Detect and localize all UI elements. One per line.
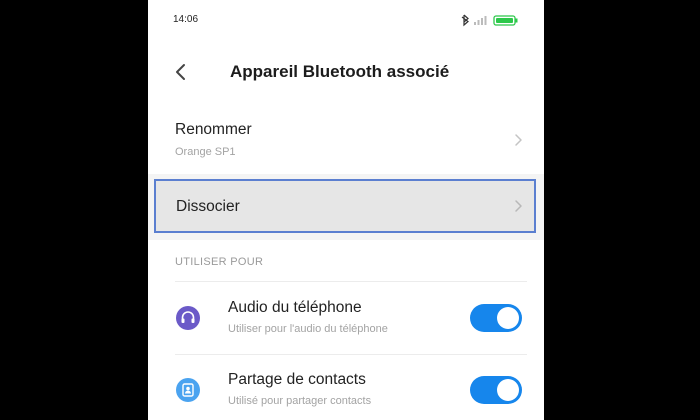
chevron-left-icon[interactable]: [168, 58, 196, 86]
feature-label: Audio du téléphone: [228, 299, 362, 316]
dissociate-label: Dissocier: [176, 198, 240, 215]
device-name-value: Orange SP1: [175, 146, 236, 158]
phone-screen: 14:06 Appareil Bluetooth associé Renomme…: [148, 0, 544, 420]
feature-label: Partage de contacts: [228, 371, 366, 388]
contact-sharing-toggle[interactable]: [470, 376, 522, 404]
rename-row[interactable]: Renommer Orange SP1: [148, 102, 544, 174]
status-bar: 14:06: [148, 0, 544, 40]
battery-icon: [493, 15, 518, 26]
status-time: 14:06: [173, 14, 199, 25]
feature-row-phone-audio: Audio du téléphone Utiliser pour l'audio…: [148, 282, 544, 354]
chevron-right-icon: [515, 200, 522, 212]
rename-label: Renommer: [175, 121, 252, 138]
toggle-knob: [497, 379, 519, 401]
page-title: Appareil Bluetooth associé: [230, 62, 450, 81]
dissociate-row[interactable]: Dissocier: [154, 179, 536, 233]
feature-description: Utiliser pour l'audio du téléphone: [228, 323, 388, 335]
signal-icon: [474, 16, 487, 25]
feature-row-contact-sharing: Partage de contacts Utilisé pour partage…: [148, 355, 544, 420]
contact-card-icon: [176, 378, 200, 402]
chevron-right-icon: [515, 134, 522, 146]
header: Appareil Bluetooth associé: [148, 40, 544, 102]
phone-audio-toggle[interactable]: [470, 304, 522, 332]
toggle-knob: [497, 307, 519, 329]
headset-icon: [176, 306, 200, 330]
bluetooth-icon: [461, 14, 469, 27]
section-label: UTILISER POUR: [175, 256, 264, 268]
status-icons: [461, 14, 518, 27]
feature-description: Utilisé pour partager contacts: [228, 395, 372, 407]
